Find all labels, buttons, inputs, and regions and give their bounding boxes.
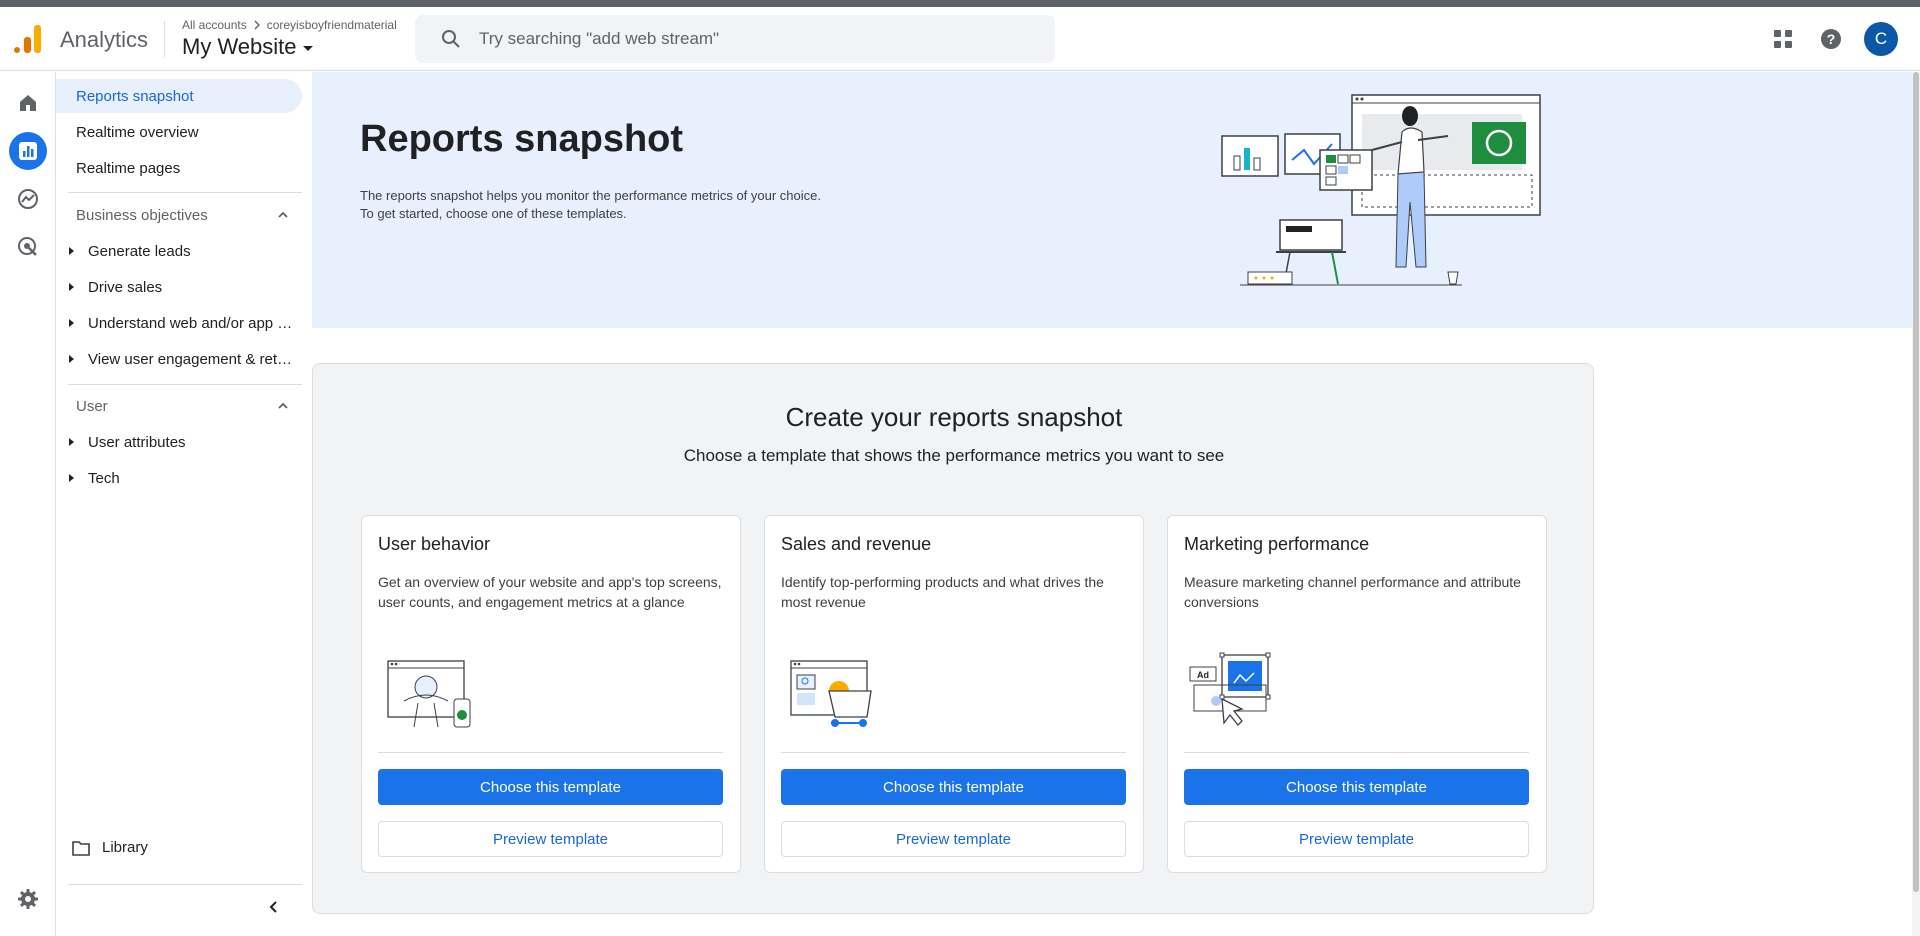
explore-icon[interactable] bbox=[9, 180, 47, 218]
nav-understand-traffic[interactable]: Understand web and/or app traffic bbox=[56, 306, 302, 340]
nav-label: User attributes bbox=[88, 433, 186, 451]
template-card-user-behavior: User behavior Get an overview of your we… bbox=[361, 515, 741, 873]
scrollbar-thumb[interactable] bbox=[1913, 72, 1919, 892]
collapse-sidebar-icon[interactable] bbox=[266, 899, 282, 920]
nav-label: Understand web and/or app traffic bbox=[88, 314, 294, 332]
template-card-marketing-performance: Marketing performance Measure marketing … bbox=[1167, 515, 1547, 873]
home-icon[interactable] bbox=[9, 84, 47, 122]
property-name: My Website bbox=[182, 34, 297, 59]
top-header: Analytics All accounts coreyisboyfriendm… bbox=[0, 7, 1920, 71]
nav-realtime-pages[interactable]: Realtime pages bbox=[56, 151, 302, 185]
template-card-sales-revenue: Sales and revenue Identify top-performin… bbox=[764, 515, 1144, 873]
left-rail bbox=[0, 72, 56, 936]
svg-text:?: ? bbox=[1827, 31, 1836, 47]
expand-triangle-icon bbox=[69, 474, 74, 482]
preview-template-button[interactable]: Preview template bbox=[781, 821, 1126, 857]
settings-gear-icon[interactable] bbox=[9, 880, 47, 918]
search-bar[interactable] bbox=[415, 15, 1055, 63]
page-title: Reports snapshot bbox=[360, 118, 684, 160]
expand-triangle-icon bbox=[69, 319, 74, 327]
preview-template-button[interactable]: Preview template bbox=[1184, 821, 1529, 857]
main-content: Reports snapshot The reports snapshot he… bbox=[312, 72, 1912, 936]
group-user[interactable]: User bbox=[56, 391, 302, 421]
card-title: Sales and revenue bbox=[781, 534, 932, 554]
library-label: Library bbox=[102, 839, 148, 856]
app-name: Analytics bbox=[60, 27, 149, 52]
expand-triangle-icon bbox=[69, 355, 74, 363]
preview-template-button[interactable]: Preview template bbox=[378, 821, 723, 857]
caret-down-icon bbox=[302, 46, 313, 51]
nav-library[interactable]: Library bbox=[72, 839, 148, 856]
chevron-right-icon bbox=[254, 20, 260, 30]
breadcrumb-root[interactable]: All accounts bbox=[182, 18, 247, 32]
breadcrumb[interactable]: All accounts coreyisboyfriendmaterial bbox=[182, 18, 397, 32]
chevron-up-icon bbox=[278, 211, 288, 218]
nav-label: View user engagement & retention bbox=[88, 350, 294, 368]
card-description: Measure marketing channel performance an… bbox=[1184, 574, 1521, 610]
card-description: Identify top-performing products and wha… bbox=[781, 574, 1104, 610]
card-description: Get an overview of your website and app'… bbox=[378, 574, 722, 610]
card-divider bbox=[781, 752, 1126, 753]
account-avatar[interactable]: C bbox=[1864, 22, 1898, 56]
card-divider bbox=[378, 752, 723, 753]
sales-revenue-illustration bbox=[790, 660, 872, 727]
hero-illustration bbox=[1221, 94, 1541, 286]
card-title: Marketing performance bbox=[1184, 534, 1370, 554]
nav-user-attributes[interactable]: User attributes bbox=[56, 425, 302, 459]
expand-triangle-icon bbox=[69, 247, 74, 255]
panel-subtitle: Choose a template that shows the perform… bbox=[683, 446, 1225, 465]
choose-template-button[interactable]: Choose this template bbox=[781, 769, 1126, 805]
expand-triangle-icon bbox=[69, 283, 74, 291]
nav-tech[interactable]: Tech bbox=[56, 461, 302, 495]
group-label: Business objectives bbox=[76, 206, 208, 224]
reports-sidebar: Reports snapshot Realtime overview Realt… bbox=[56, 72, 312, 936]
ad-label: Ad bbox=[1197, 670, 1209, 680]
chevron-up-icon bbox=[278, 402, 288, 409]
search-icon bbox=[439, 27, 463, 51]
card-title: User behavior bbox=[378, 534, 491, 554]
sidebar-divider bbox=[68, 192, 302, 193]
window-top-strip bbox=[0, 0, 1920, 7]
user-behavior-illustration bbox=[387, 660, 471, 728]
search-input[interactable] bbox=[479, 29, 999, 49]
hero-description: The reports snapshot helps you monitor t… bbox=[360, 187, 920, 223]
apps-grid-icon[interactable] bbox=[1767, 23, 1799, 55]
choose-template-button[interactable]: Choose this template bbox=[1184, 769, 1529, 805]
reports-icon[interactable] bbox=[9, 132, 47, 170]
advertising-icon[interactable] bbox=[9, 228, 47, 266]
nav-reports-snapshot[interactable]: Reports snapshot bbox=[56, 79, 302, 113]
expand-triangle-icon bbox=[69, 438, 74, 446]
hero-desc-line1: The reports snapshot helps you monitor t… bbox=[360, 188, 821, 203]
group-label: User bbox=[76, 397, 108, 415]
hero-desc-line2: To get started, choose one of these temp… bbox=[360, 206, 627, 221]
nav-drive-sales[interactable]: Drive sales bbox=[56, 270, 302, 304]
page-scrollbar[interactable] bbox=[1912, 72, 1920, 936]
nav-label: Tech bbox=[88, 469, 120, 487]
breadcrumb-account[interactable]: coreyisboyfriendmaterial bbox=[267, 18, 397, 32]
nav-label: Drive sales bbox=[88, 278, 163, 296]
help-icon[interactable]: ? bbox=[1815, 23, 1847, 55]
card-divider bbox=[1184, 752, 1529, 753]
nav-user-engagement[interactable]: View user engagement & retention bbox=[56, 342, 302, 376]
nav-generate-leads[interactable]: Generate leads bbox=[56, 234, 302, 268]
panel-title: Create your reports snapshot bbox=[785, 402, 1123, 432]
nav-realtime-overview[interactable]: Realtime overview bbox=[56, 115, 302, 149]
marketing-performance-illustration: Ad bbox=[1189, 652, 1271, 726]
choose-template-button[interactable]: Choose this template bbox=[378, 769, 723, 805]
template-panel: Create your reports snapshot Choose a te… bbox=[312, 363, 1594, 914]
group-business-objectives[interactable]: Business objectives bbox=[56, 200, 302, 230]
header-divider bbox=[164, 21, 165, 57]
property-selector[interactable]: My Website bbox=[182, 34, 313, 60]
sidebar-divider bbox=[68, 384, 302, 385]
analytics-logo-icon[interactable] bbox=[14, 23, 42, 53]
nav-label: Generate leads bbox=[88, 242, 191, 260]
folder-icon bbox=[72, 840, 90, 856]
hero-banner: Reports snapshot The reports snapshot he… bbox=[312, 72, 1912, 328]
sidebar-divider bbox=[68, 884, 302, 885]
